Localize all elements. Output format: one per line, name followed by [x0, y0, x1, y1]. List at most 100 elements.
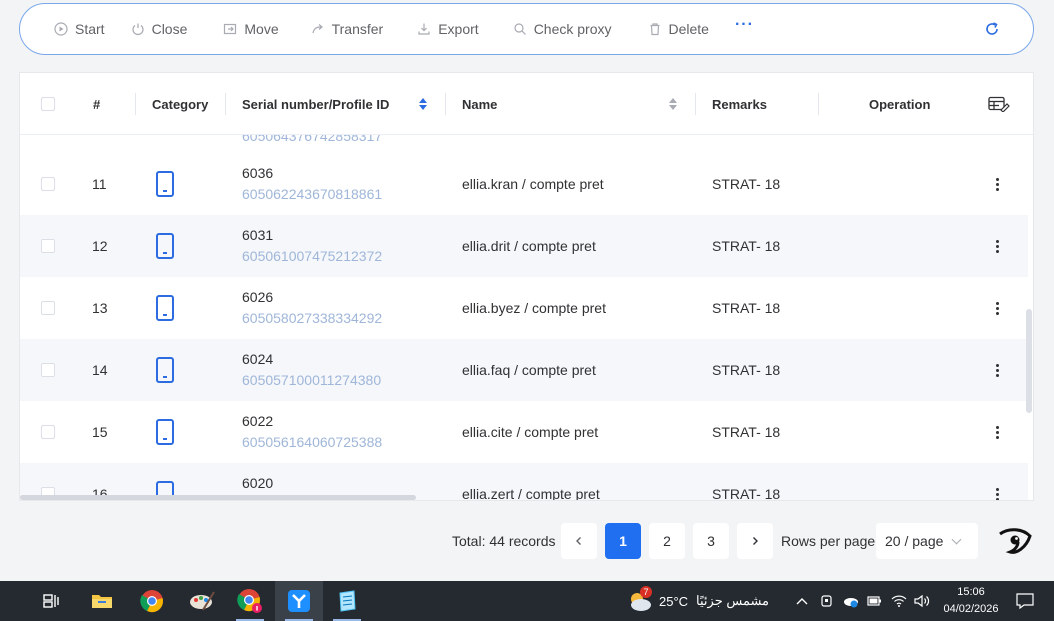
- start-button[interactable]: Start: [54, 21, 105, 37]
- chevron-right-icon: [753, 537, 758, 545]
- serial-number: 6031: [242, 227, 274, 243]
- close-label: Close: [151, 21, 188, 37]
- notifications-button[interactable]: [1016, 581, 1034, 621]
- column-divider: [695, 93, 696, 115]
- chevron-left-icon: [576, 537, 581, 545]
- table-row[interactable]: 11 6036 605062243670818861 ellia.kran / c…: [20, 153, 1028, 215]
- table-row[interactable]: 13 6026 605058027338334292 ellia.byez / c…: [20, 277, 1028, 339]
- column-divider: [445, 93, 446, 115]
- refresh-icon[interactable]: [984, 21, 1000, 37]
- row-menu-icon[interactable]: [995, 301, 999, 316]
- remarks: STRAT- 18: [712, 486, 781, 501]
- download-icon: [417, 22, 431, 36]
- show-hidden-icons-button[interactable]: [795, 581, 809, 621]
- profiles-table: 605064376742858317 11 6036 60506224367081…: [19, 72, 1034, 501]
- next-page-button[interactable]: [737, 523, 773, 559]
- horizontal-scrollbar[interactable]: [20, 495, 416, 500]
- row-checkbox[interactable]: [41, 363, 55, 377]
- app-logo-icon[interactable]: [998, 526, 1032, 556]
- table-row[interactable]: 12 6031 605061007475212372 ellia.drit / c…: [20, 215, 1028, 277]
- row-checkbox[interactable]: [41, 425, 55, 439]
- weather-sun-cloud-icon: 7: [627, 586, 653, 613]
- close-button[interactable]: Close: [131, 21, 188, 37]
- paint-app-button[interactable]: [178, 581, 226, 621]
- chevron-down-icon: [951, 534, 962, 545]
- tray-battery[interactable]: [866, 581, 882, 621]
- prev-page-button[interactable]: [561, 523, 597, 559]
- check-proxy-button[interactable]: Check proxy: [513, 21, 612, 37]
- column-divider: [225, 93, 226, 115]
- tray-network[interactable]: [891, 581, 907, 621]
- remarks: STRAT- 18: [712, 176, 781, 192]
- transfer-label: Transfer: [331, 21, 384, 37]
- column-divider: [818, 93, 819, 115]
- tray-volume[interactable]: [914, 581, 930, 621]
- row-menu-icon[interactable]: [995, 177, 999, 192]
- notes-app-button[interactable]: [323, 581, 371, 621]
- phone-icon: [156, 357, 174, 383]
- profile-id: 605062243670818861: [242, 186, 383, 202]
- system-clock[interactable]: 15:06 04/02/2026: [938, 584, 1004, 618]
- folder-icon: [92, 595, 112, 608]
- start-label: Start: [75, 21, 105, 37]
- vertical-scrollbar[interactable]: [1026, 309, 1032, 413]
- file-explorer-button[interactable]: [78, 581, 126, 621]
- select-all-checkbox[interactable]: [41, 97, 55, 111]
- profile-id: 605058027338334292: [242, 310, 383, 326]
- row-menu-icon[interactable]: [995, 425, 999, 440]
- total-records: Total: 44 records: [452, 533, 556, 549]
- delete-button[interactable]: Delete: [648, 21, 709, 37]
- column-category: Category: [152, 96, 209, 112]
- chrome-profile-button[interactable]: [226, 581, 274, 621]
- page-1-button[interactable]: 1: [605, 523, 641, 559]
- rows-per-page-label: Rows per page: [781, 533, 876, 549]
- row-checkbox[interactable]: [41, 177, 55, 191]
- chrome-icon: [140, 590, 163, 613]
- chrome-button[interactable]: [128, 581, 176, 621]
- row-checkbox[interactable]: [41, 239, 55, 253]
- tray-meet-now[interactable]: [820, 581, 834, 621]
- page-2-button[interactable]: 2: [649, 523, 685, 559]
- row-menu-icon[interactable]: [995, 487, 999, 500]
- power-icon: [131, 22, 145, 36]
- pagination: Total: 44 records 1 2 3 Rows per page 20…: [0, 522, 1054, 560]
- table-row[interactable]: 15 6022 605056164060725388 ellia.cite / c…: [20, 401, 1028, 463]
- page-size-select[interactable]: 20 / page: [876, 523, 978, 559]
- column-serial[interactable]: Serial number/Profile ID: [242, 73, 389, 135]
- serial-number: 6036: [242, 165, 274, 181]
- serial-number: 6026: [242, 289, 274, 305]
- sort-serial-icon[interactable]: [419, 98, 427, 110]
- row-menu-icon[interactable]: [995, 239, 999, 254]
- table-row[interactable]: 14 6024 605057100011274380 ellia.faq / co…: [20, 339, 1028, 401]
- clock-time: 15:06: [957, 586, 985, 598]
- column-index: #: [93, 96, 101, 112]
- phone-icon: [156, 233, 174, 259]
- palette-icon: [190, 591, 215, 611]
- move-icon: [223, 22, 237, 36]
- page-size-value: 20 / page: [885, 533, 944, 549]
- task-view-button[interactable]: [28, 581, 76, 621]
- profile-name: ellia.zert / compte pret: [462, 486, 600, 501]
- windows-taskbar: 7 25°C مشمس جزئيًا 15:06 04/02/2026: [0, 581, 1054, 621]
- wifi-icon: [891, 595, 907, 607]
- tray-onedrive[interactable]: [842, 581, 860, 621]
- remarks: STRAT- 18: [712, 238, 781, 254]
- page-3-button[interactable]: 3: [693, 523, 729, 559]
- transfer-button[interactable]: Transfer: [311, 21, 384, 37]
- more-actions-button[interactable]: ···: [735, 16, 754, 34]
- browser-app-icon: [288, 590, 310, 612]
- sort-name-icon[interactable]: [669, 98, 677, 110]
- export-button[interactable]: Export: [417, 21, 479, 37]
- column-name[interactable]: Name: [462, 73, 497, 135]
- export-label: Export: [438, 21, 479, 37]
- ads-browser-button[interactable]: [275, 581, 323, 621]
- move-button[interactable]: Move: [223, 21, 279, 37]
- row-checkbox[interactable]: [41, 301, 55, 315]
- table-header: # Category Serial number/Profile ID Name…: [20, 73, 1033, 135]
- remarks: STRAT- 18: [712, 362, 781, 378]
- weather-widget[interactable]: 7 25°C مشمس جزئيًا: [627, 581, 769, 621]
- delete-label: Delete: [668, 21, 709, 37]
- share-arrow-icon: [311, 22, 325, 36]
- row-menu-icon[interactable]: [995, 363, 999, 378]
- column-settings-icon[interactable]: [988, 96, 1010, 112]
